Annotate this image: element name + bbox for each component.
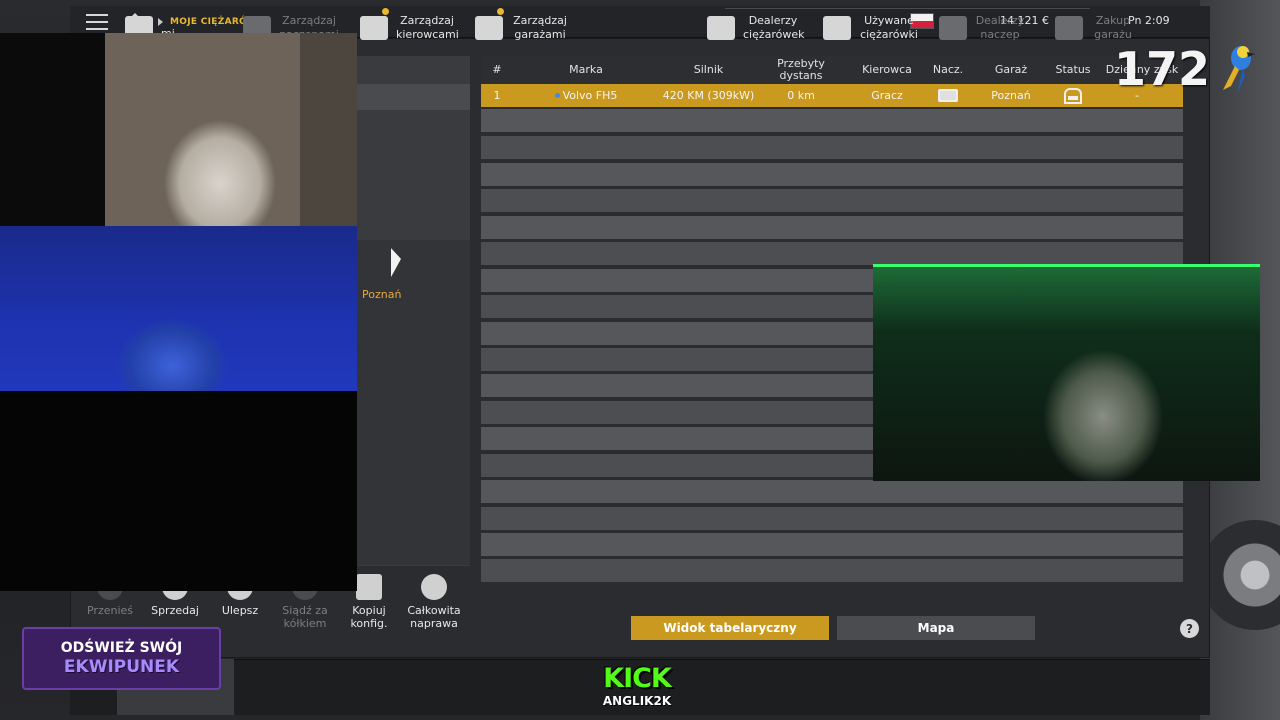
viewer-counter: 172 — [1114, 42, 1211, 96]
copy-icon — [356, 574, 382, 600]
garage-manage-icon — [475, 16, 503, 40]
promo-line-1: ODŚWIEŻ SWÓJ — [60, 640, 183, 656]
full-repair-label: Całkowita naprawa — [407, 604, 461, 630]
column-header-garage[interactable]: Garaż — [981, 56, 1041, 84]
table-header: # Marka Silnik Przebyty dystans Kierowca… — [481, 56, 1183, 84]
upgrade-label: Ulepsz — [221, 604, 259, 617]
column-header-engine[interactable]: Silnik — [661, 56, 756, 84]
cell-engine: 420 KM (309kW) — [662, 89, 755, 102]
table-row-empty — [481, 163, 1183, 186]
nav-label: Zarządzaj garażami — [513, 14, 567, 41]
mouse-cursor-icon — [391, 248, 401, 281]
full-repair-button[interactable]: Całkowita naprawa — [399, 574, 469, 630]
used-truck-icon — [823, 16, 851, 40]
notification-dot-icon — [497, 8, 504, 15]
nav-label: Zakup garażu — [1094, 14, 1132, 41]
trailer-dealer-icon — [939, 16, 967, 40]
notification-dot-icon — [382, 8, 389, 15]
column-header-distance[interactable]: Przebyty dystans — [766, 56, 836, 84]
webcam-2 — [0, 226, 357, 391]
cell-number: 1 — [493, 89, 501, 102]
map-view-button[interactable]: Mapa — [837, 616, 1035, 640]
garage-list-selected[interactable] — [356, 84, 470, 110]
screen: MOJE CIĘŻARÓWKI 14 121 € Pn 2:09 Poznań … — [0, 0, 1280, 720]
table-row-empty — [481, 189, 1183, 212]
cell-brand: Volvo FH5 — [541, 84, 631, 107]
repair-icon — [421, 574, 447, 600]
table-row-empty — [481, 216, 1183, 239]
cell-distance: 0 km — [787, 89, 815, 102]
webcam-4 — [873, 264, 1260, 481]
truck-dealer-icon — [707, 16, 735, 40]
webcam-3 — [0, 391, 357, 591]
nav-manage-garages[interactable]: Zarządzaj garażami — [475, 8, 569, 48]
table-row-empty — [481, 559, 1183, 582]
column-header-status[interactable]: Status — [1047, 56, 1099, 84]
column-header-driver[interactable]: Kierowca — [851, 56, 923, 84]
kick-logo-text: KICK — [603, 663, 672, 694]
nav-manage-drivers[interactable]: Zarządzaj kierowcami — [360, 8, 459, 48]
table-row-empty — [481, 480, 1183, 503]
brand-text: Volvo FH5 — [562, 89, 618, 102]
buy-garage-icon — [1055, 16, 1083, 40]
promo-line-2: EKWIPUNEK — [63, 657, 180, 677]
parrot-icon — [1223, 46, 1255, 94]
nav-trailer-dealers[interactable]: Dealerzy naczep — [939, 8, 1025, 48]
trailer-icon — [938, 89, 958, 102]
nav-truck-dealers[interactable]: Dealerzy ciężarówek — [707, 8, 805, 48]
driver-icon — [360, 16, 388, 40]
table-row-empty — [481, 136, 1183, 159]
cell-status — [1047, 84, 1099, 107]
table-row-empty — [481, 109, 1183, 132]
cell-driver: Gracz — [871, 89, 903, 102]
kick-logo: KICK ANGLIK2K — [591, 664, 683, 714]
column-header-number[interactable]: # — [481, 56, 513, 84]
cell-garage: Poznań — [991, 89, 1031, 102]
promo-banner: ODŚWIEŻ SWÓJ EKWIPUNEK — [22, 627, 221, 690]
copy-config-label: Kopiuj konfig. — [350, 604, 388, 630]
cell-trailer — [927, 84, 969, 107]
table-view-button[interactable]: Widok tabelaryczny — [631, 616, 829, 640]
help-icon[interactable]: ? — [1180, 619, 1199, 638]
garage-icon — [1064, 87, 1082, 104]
table-row-empty — [481, 507, 1183, 530]
nav-label: Dealerzy ciężarówek — [743, 14, 805, 41]
sell-label: Sprzedaj — [151, 604, 199, 617]
nav-used-trucks[interactable]: Używane ciężarówki — [823, 8, 919, 48]
webcam-1 — [0, 33, 357, 226]
column-header-trailer[interactable]: Nacz. — [927, 56, 969, 84]
nav-label: Używane ciężarówki — [860, 14, 918, 41]
table-row-empty — [481, 242, 1183, 265]
move-label: Przenieś — [86, 604, 134, 617]
kick-channel: ANGLIK2K — [602, 694, 672, 708]
menu-icon[interactable] — [86, 13, 108, 30]
nav-label: Zarządzaj kierowcami — [396, 14, 459, 41]
column-header-brand[interactable]: Marka — [541, 56, 631, 84]
nav-label: Dealerzy naczep — [975, 14, 1025, 41]
table-row-empty — [481, 533, 1183, 556]
garage-map-label[interactable]: Poznań — [362, 288, 401, 301]
brand-dot-icon — [554, 93, 560, 98]
table-row[interactable]: 1 Volvo FH5 420 KM (309kW) 0 km Gracz Po… — [481, 84, 1183, 107]
drive-label: Siądź za kółkiem — [282, 604, 328, 630]
